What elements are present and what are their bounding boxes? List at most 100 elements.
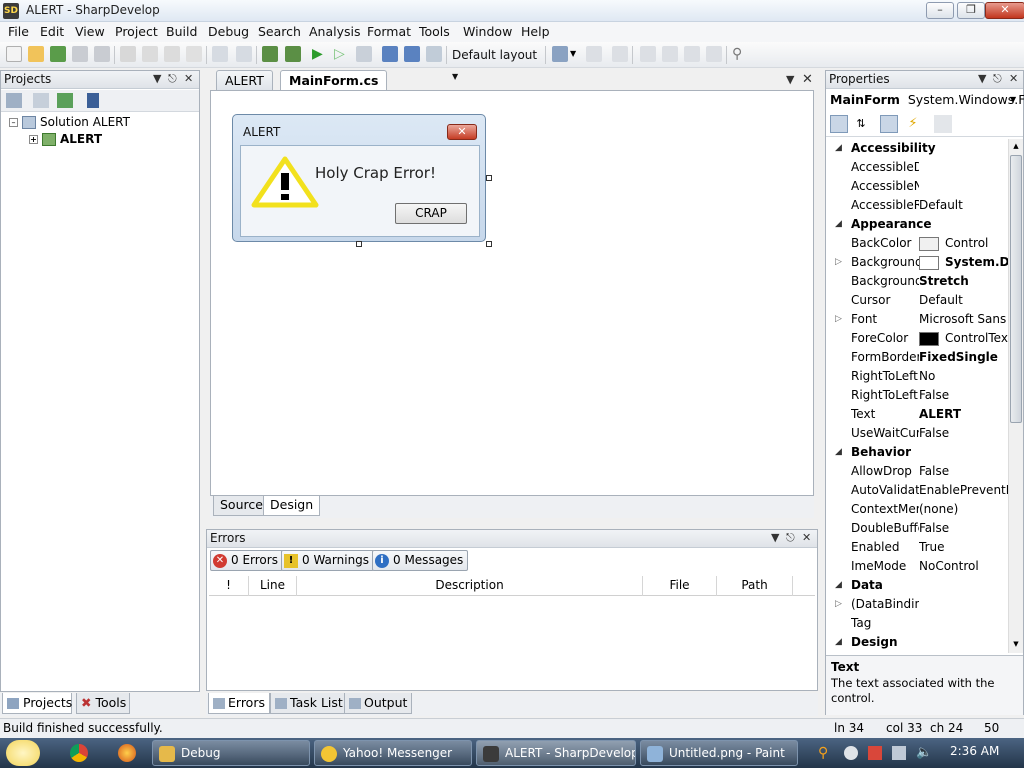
property-row[interactable]: Background Stretch <box>826 272 1008 291</box>
bookmark-icon[interactable] <box>640 46 656 62</box>
taskbar-item-paint[interactable]: Untitled.png - Paint <box>640 740 798 766</box>
comment-icon[interactable] <box>552 46 568 62</box>
clear-bookmarks-icon[interactable] <box>706 46 722 62</box>
property-value[interactable]: True <box>919 538 1008 557</box>
network-icon[interactable] <box>892 746 906 760</box>
property-value[interactable]: Default <box>919 196 1008 215</box>
menu-edit[interactable]: Edit <box>40 24 64 39</box>
restore-button[interactable]: ❐ <box>957 2 985 19</box>
panel-menu-icon[interactable]: ▼ <box>978 72 986 85</box>
redo-icon[interactable] <box>236 46 252 62</box>
tray-icon[interactable] <box>844 746 858 760</box>
expand-property-icon[interactable]: ▷ <box>835 253 842 272</box>
property-value[interactable]: NoControl <box>919 557 1008 576</box>
resize-handle-bottom[interactable] <box>356 241 362 247</box>
property-category[interactable]: ◢ Data <box>826 576 1008 595</box>
menu-tools[interactable]: Tools <box>419 24 450 39</box>
property-row[interactable]: ImeMode NoControl <box>826 557 1008 576</box>
property-row[interactable]: RightToLeft False <box>826 386 1008 405</box>
tab-tools[interactable]: ✖ Tools <box>76 693 130 714</box>
menu-window[interactable]: Window <box>463 24 512 39</box>
taskbar-item-sharpdevelop[interactable]: ALERT - SharpDevelop <box>476 740 636 766</box>
run-without-debug-icon[interactable]: ▷ <box>334 46 350 62</box>
column-header-line[interactable]: Line <box>249 576 297 596</box>
panel-menu-icon[interactable]: ▼ <box>771 531 779 544</box>
property-row[interactable]: AutoValidatEnablePreventFc <box>826 481 1008 500</box>
copy-icon[interactable] <box>142 46 158 62</box>
prev-bookmark-icon[interactable] <box>662 46 678 62</box>
property-row[interactable]: AccessibleD <box>826 158 1008 177</box>
cut-icon[interactable] <box>120 46 136 62</box>
tab-alert[interactable]: ALERT <box>216 70 273 90</box>
new-file-icon[interactable] <box>6 46 22 62</box>
pin-icon[interactable]: ⎋ <box>786 531 795 545</box>
chevron-down-icon[interactable]: ▼ <box>570 46 586 62</box>
panel-menu-icon[interactable]: ▼ <box>153 72 161 85</box>
build-icon[interactable] <box>262 46 278 62</box>
menu-help[interactable]: Help <box>521 24 550 39</box>
taskbar-item-yahoo[interactable]: Yahoo! Messenger <box>314 740 472 766</box>
pin-icon[interactable]: ⎋ <box>168 72 177 86</box>
resize-handle-corner[interactable] <box>486 241 492 247</box>
scrollbar-thumb[interactable] <box>1010 155 1022 423</box>
expand-icon[interactable]: + <box>29 135 38 144</box>
collapse-category-icon[interactable]: ◢ <box>835 215 842 234</box>
security-icon[interactable] <box>868 746 882 760</box>
properties-view-icon[interactable] <box>880 115 898 133</box>
volume-icon[interactable]: 🔈 <box>916 745 932 761</box>
property-value[interactable]: FixedSingle <box>919 348 1008 367</box>
property-category[interactable]: ◢ Design <box>826 633 1008 652</box>
property-value[interactable]: False <box>919 424 1008 443</box>
property-value[interactable]: False <box>919 519 1008 538</box>
collapse-category-icon[interactable]: ◢ <box>835 633 842 652</box>
property-category[interactable]: ◢ Appearance <box>826 215 1008 234</box>
column-header-path[interactable]: Path <box>717 576 793 596</box>
form-close-button[interactable]: ✕ <box>447 124 477 140</box>
property-row[interactable]: RightToLeft No <box>826 367 1008 386</box>
find-icon[interactable]: ⚲ <box>732 46 748 62</box>
property-row[interactable]: ForeColor ControlText <box>826 329 1008 348</box>
tab-task-list[interactable]: Task List <box>270 693 348 714</box>
property-category[interactable]: ◢ Accessibility <box>826 139 1008 158</box>
uncomment-icon[interactable] <box>586 46 602 62</box>
step-over-icon[interactable] <box>382 46 398 62</box>
property-row[interactable]: UseWaitCur False <box>826 424 1008 443</box>
resize-handle-right[interactable] <box>486 175 492 181</box>
menu-build[interactable]: Build <box>166 24 197 39</box>
paste-icon[interactable] <box>164 46 180 62</box>
property-row[interactable]: Tag <box>826 614 1008 633</box>
firefox-icon[interactable] <box>118 744 136 762</box>
step-out-icon[interactable] <box>426 46 442 62</box>
collapse-category-icon[interactable]: ◢ <box>835 139 842 158</box>
expand-property-icon[interactable]: ▷ <box>835 310 842 329</box>
property-value[interactable]: False <box>919 386 1008 405</box>
start-button[interactable] <box>6 740 40 766</box>
crap-button[interactable]: CRAP <box>395 203 467 224</box>
clock[interactable]: 2:36 AM <box>950 744 999 758</box>
column-header-description[interactable]: Description <box>297 576 643 596</box>
property-category[interactable]: ◢ Behavior <box>826 443 1008 462</box>
tab-projects[interactable]: Projects <box>2 693 72 714</box>
object-selector[interactable]: MainForm System.Windows.Fo ▼ <box>830 92 1024 107</box>
property-row[interactable]: AccessibleN <box>826 177 1008 196</box>
property-row[interactable]: Cursor Default <box>826 291 1008 310</box>
open-project-icon[interactable] <box>50 46 66 62</box>
tab-design[interactable]: Design <box>263 496 321 516</box>
property-row[interactable]: Enabled True <box>826 538 1008 557</box>
property-value[interactable]: (none) <box>919 500 1008 519</box>
properties-icon[interactable] <box>6 93 22 108</box>
property-value[interactable]: ControlText <box>919 329 1008 348</box>
property-row[interactable]: AllowDrop False <box>826 462 1008 481</box>
taskbar-item-debug[interactable]: Debug <box>152 740 310 766</box>
categorized-icon[interactable] <box>830 115 848 133</box>
column-header-file[interactable]: File <box>643 576 717 596</box>
layout-dropdown[interactable]: Default layout ▼ <box>452 45 542 81</box>
property-row[interactable]: DoubleBuffe False <box>826 519 1008 538</box>
tree-item-project[interactable]: + ALERT <box>29 132 102 146</box>
menu-file[interactable]: File <box>8 24 29 39</box>
collapse-category-icon[interactable]: ◢ <box>835 443 842 462</box>
property-value[interactable]: System.Dra <box>919 253 1008 272</box>
property-row[interactable]: ▷ (DataBindin <box>826 595 1008 614</box>
menu-debug[interactable]: Debug <box>208 24 249 39</box>
property-value[interactable]: Stretch <box>919 272 1008 291</box>
